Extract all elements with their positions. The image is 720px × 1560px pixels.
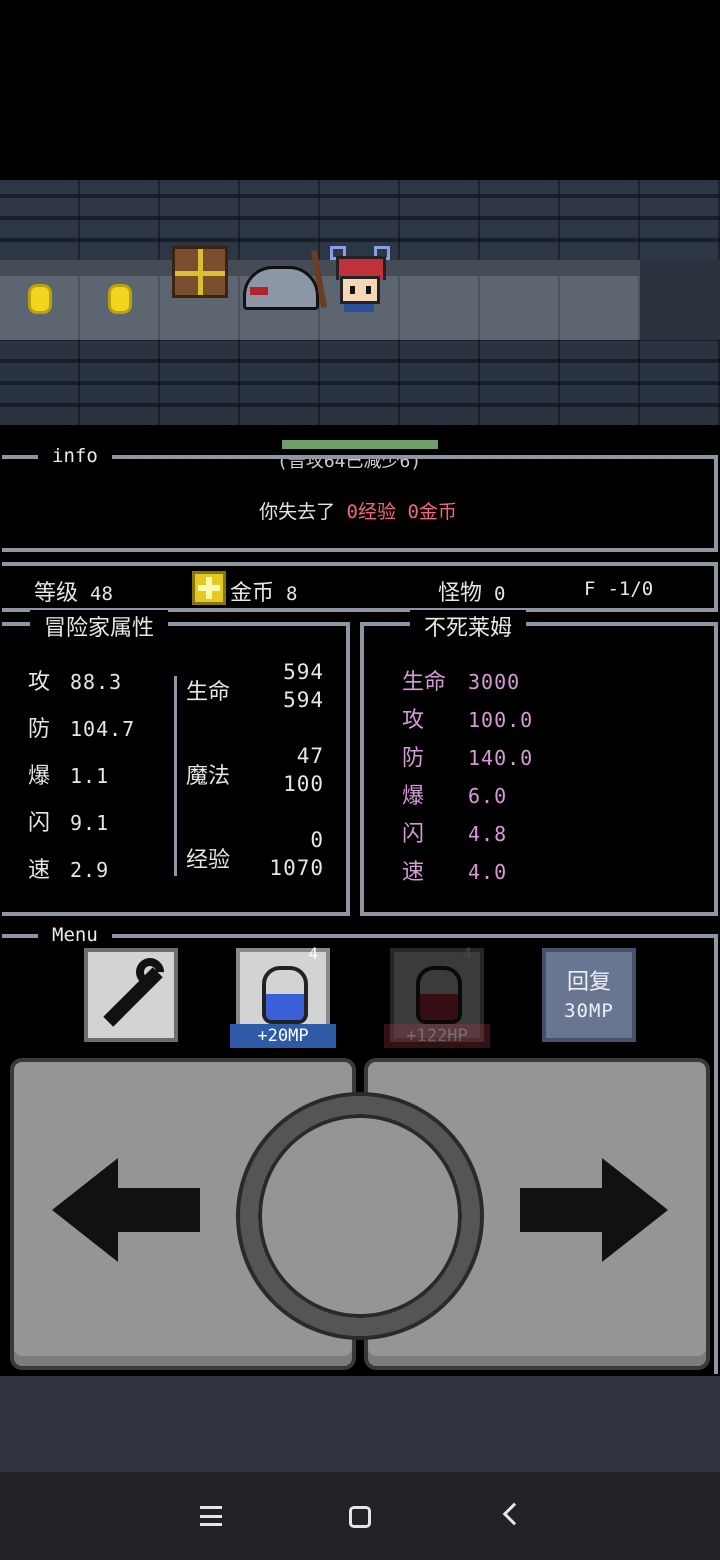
info-message: 你失去了 0经验 0金币 [259,501,457,523]
menu-title: Menu [38,924,112,946]
monster-name: 不死莱姆 [410,610,527,642]
home-icon[interactable] [349,1506,371,1528]
mp-potion-icon [262,966,308,1024]
monster-stat-crit: 爆 6.0 [402,784,508,809]
recover-mp-button[interactable]: 回复 30MP [542,948,636,1042]
system-nav-bar [0,1376,720,1560]
action-center-button[interactable] [240,1096,480,1336]
mp-potion-label: +20MP [230,1024,336,1048]
hero-stat-speed: 速 2.9 [28,858,110,883]
hero-stat-attack: 攻 88.3 [28,670,123,695]
right-arrow-icon [518,1158,668,1262]
info-panel: info (普攻64已减少6) 你失去了 0经验 0金币 [2,445,718,552]
gold-plus-icon [192,571,226,605]
hp-potion-label: +122HP [384,1024,490,1048]
gold-coin-icon [28,284,52,314]
hero-stat-crit: 爆 1.1 [28,764,110,789]
gold-display: 金币 8 [230,581,298,606]
level-display: 等级 48 [34,581,113,606]
monster-stat-dodge: 闪 4.8 [402,822,508,847]
dungeon-wall-bottom [0,340,720,425]
monster-stat-speed: 速 4.0 [402,860,508,885]
recent-apps-icon[interactable] [200,1506,222,1526]
hero-stats-title: 冒险家属性 [30,610,169,642]
slime-monster-sprite [243,266,319,310]
stats-divider [174,676,177,876]
mp-potion-count: 4 [308,944,318,963]
monster-count: 怪物 0 [438,581,506,606]
status-bar: 等级 48 金币 8 怪物 0 F -1/0 [2,562,718,612]
lost-gold: 0金币 [407,501,457,523]
hero-stats-panel: 冒险家属性 攻 88.3 防 104.7 爆 1.1 闪 9.1 速 2.9 生命 594 5… [2,610,350,916]
gold-coin-icon [108,284,132,314]
monster-stat-defense: 防 140.0 [402,746,534,771]
lost-exp: 0经验 [346,501,396,523]
monster-stat-hp: 生命 3000 [402,670,521,695]
settings-wrench-button[interactable] [84,948,178,1042]
left-arrow-icon [52,1158,202,1262]
treasure-chest-icon [172,246,228,298]
hero-stat-defense: 防 104.7 [28,717,136,742]
dungeon-floor-shadow [640,260,720,340]
monster-stat-attack: 攻 100.0 [402,708,534,733]
hero-stat-dodge: 闪 9.1 [28,811,110,836]
hp-potion-icon [416,966,462,1024]
info-previous-line: (普攻64已减少6) [277,459,422,471]
floor-display: F -1/0 [584,578,654,600]
monster-stats-panel: 不死莱姆 生命 3000 攻 100.0 防 140.0 爆 6.0 闪 4.8 速 4.0 [360,610,718,916]
hero-sprite [311,246,390,316]
hp-potion-count: 4 [462,944,472,963]
hero-hp-bar [282,440,438,449]
info-title: info [38,445,112,467]
